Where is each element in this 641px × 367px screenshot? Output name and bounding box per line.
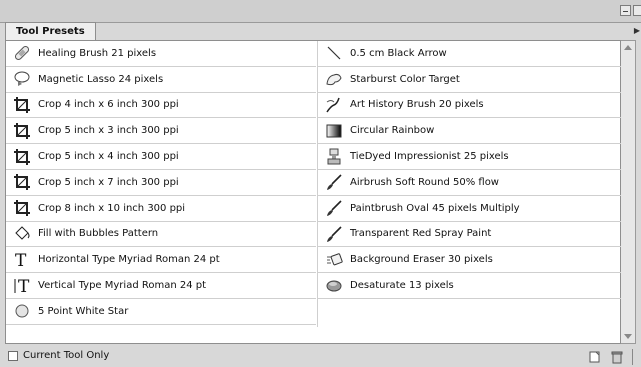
crop-icon — [12, 95, 32, 115]
art-history-brush-icon — [324, 95, 344, 115]
presets-column-left: Healing Brush 21 pixels Magnetic Lasso 24… — [6, 41, 316, 325]
footer-divider — [632, 349, 633, 365]
background-eraser-icon — [324, 250, 344, 270]
preset-label: Magnetic Lasso 24 pixels — [38, 73, 164, 85]
preset-row[interactable]: Crop 5 inch x 7 inch 300 ppi — [6, 170, 316, 196]
preset-label: Crop 8 inch x 10 inch 300 ppi — [38, 202, 186, 214]
preset-label: Background Eraser 30 pixels — [350, 254, 493, 266]
custom-shape-icon — [324, 69, 344, 89]
preset-row[interactable]: Desaturate 13 pixels — [318, 273, 628, 299]
vertical-type-icon: T — [12, 276, 32, 296]
brush-icon — [324, 198, 344, 218]
presets-column-right: 0.5 cm Black Arrow Starburst Color Target… — [318, 41, 628, 299]
panel-menu-arrow-icon[interactable]: ▶ — [634, 26, 640, 35]
crop-icon — [12, 147, 32, 167]
preset-row[interactable]: T Vertical Type Myriad Roman 24 pt — [6, 273, 316, 299]
preset-row[interactable]: T Horizontal Type Myriad Roman 24 pt — [6, 247, 316, 274]
preset-row[interactable]: Starburst Color Target — [318, 67, 628, 93]
ellipse-shape-icon — [12, 301, 32, 321]
preset-label: Crop 5 inch x 7 inch 300 ppi — [38, 176, 179, 188]
pattern-stamp-icon — [324, 147, 344, 167]
preset-label: TieDyed Impressionist 25 pixels — [350, 151, 509, 163]
tab-tool-presets[interactable]: Tool Presets — [5, 22, 96, 41]
preset-label: Desaturate 13 pixels — [350, 280, 454, 292]
preset-label: Horizontal Type Myriad Roman 24 pt — [38, 254, 220, 266]
sponge-icon — [324, 276, 344, 296]
panel-footer: Current Tool Only — [5, 347, 636, 367]
preset-label: 0.5 cm Black Arrow — [350, 47, 447, 59]
preset-label: Art History Brush 20 pixels — [350, 99, 484, 111]
svg-text:T: T — [18, 277, 30, 295]
preset-label: Crop 5 inch x 3 inch 300 ppi — [38, 125, 179, 137]
brush-icon — [324, 224, 344, 244]
magnetic-lasso-icon — [12, 69, 32, 89]
preset-row[interactable]: Art History Brush 20 pixels — [318, 93, 628, 119]
preset-label: Crop 5 inch x 4 inch 300 ppi — [38, 151, 179, 163]
brush-icon — [324, 172, 344, 192]
preset-row[interactable]: Airbrush Soft Round 50% flow — [318, 170, 628, 196]
close-button[interactable] — [633, 5, 641, 16]
line-tool-icon — [324, 43, 344, 63]
preset-row[interactable]: 0.5 cm Black Arrow — [318, 41, 628, 67]
preset-row[interactable]: Crop 5 inch x 3 inch 300 ppi — [6, 118, 316, 145]
scroll-up-icon[interactable] — [624, 45, 632, 50]
preset-row[interactable]: Magnetic Lasso 24 pixels — [6, 67, 316, 93]
vertical-scrollbar[interactable] — [621, 40, 636, 344]
scroll-down-icon[interactable] — [624, 334, 632, 339]
preset-label: Circular Rainbow — [350, 125, 435, 137]
preset-label: Airbrush Soft Round 50% flow — [350, 176, 499, 188]
crop-icon — [12, 121, 32, 141]
current-tool-only-label: Current Tool Only — [23, 350, 110, 361]
preset-label: Vertical Type Myriad Roman 24 pt — [38, 280, 207, 292]
preset-row[interactable]: Paintbrush Oval 45 pixels Multiply — [318, 196, 628, 222]
preset-label: Healing Brush 21 pixels — [38, 47, 157, 59]
preset-row[interactable]: 5 Point White Star — [6, 299, 316, 325]
svg-text:T: T — [15, 251, 27, 269]
paint-bucket-icon — [12, 224, 32, 244]
current-tool-only-checkbox[interactable] — [8, 351, 18, 361]
preset-row[interactable]: Crop 8 inch x 10 inch 300 ppi — [6, 196, 316, 222]
preset-row[interactable]: Circular Rainbow — [318, 118, 628, 145]
gradient-icon — [324, 121, 344, 141]
preset-row[interactable]: TieDyed Impressionist 25 pixels — [318, 144, 628, 170]
new-preset-icon[interactable] — [588, 350, 602, 364]
preset-label: Starburst Color Target — [350, 73, 460, 85]
preset-label: 5 Point White Star — [38, 305, 129, 317]
panel-title-bar — [0, 0, 641, 23]
preset-label: Paintbrush Oval 45 pixels Multiply — [350, 202, 520, 214]
healing-brush-icon — [12, 43, 32, 63]
preset-label: Fill with Bubbles Pattern — [38, 228, 159, 240]
trash-icon[interactable] — [610, 350, 624, 364]
presets-list: Healing Brush 21 pixels Magnetic Lasso 24… — [5, 40, 628, 344]
preset-row[interactable]: Crop 4 inch x 6 inch 300 ppi — [6, 93, 316, 119]
preset-row[interactable]: Background Eraser 30 pixels — [318, 247, 628, 274]
crop-icon — [12, 172, 32, 192]
preset-label: Transparent Red Spray Paint — [350, 228, 492, 240]
preset-row[interactable]: Crop 5 inch x 4 inch 300 ppi — [6, 144, 316, 170]
crop-icon — [12, 198, 32, 218]
preset-row[interactable]: Healing Brush 21 pixels — [6, 41, 316, 67]
preset-row[interactable]: Transparent Red Spray Paint — [318, 222, 628, 248]
preset-label: Crop 4 inch x 6 inch 300 ppi — [38, 99, 179, 111]
minimize-button[interactable] — [620, 5, 631, 16]
horizontal-type-icon: T — [12, 250, 32, 270]
preset-row[interactable]: Fill with Bubbles Pattern — [6, 222, 316, 248]
